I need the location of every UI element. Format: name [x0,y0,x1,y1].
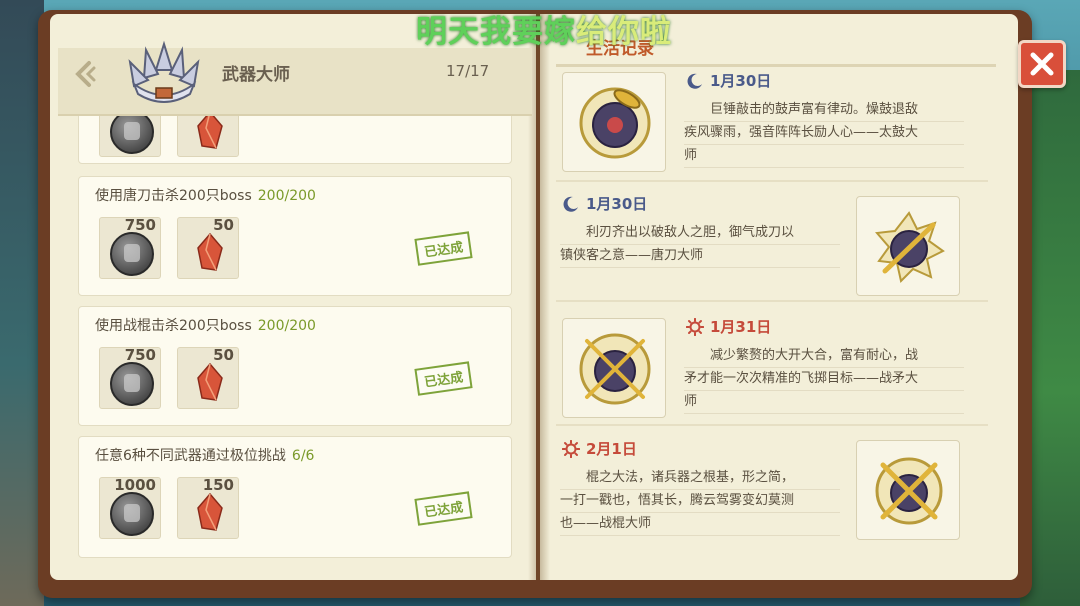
reward-amount: 150 [202,476,234,494]
achievement-progress: 200/200 [257,318,316,334]
chevron-left-icon [75,61,96,87]
achievement-count: 17/17 [446,62,490,80]
reward-amount: 750 [124,216,156,234]
entry-date: 2月1日 [562,438,637,459]
entry-text: 巨锤敲击的鼓声富有律动。燥鼓退敌 疾风骤雨，强音阵阵长励人心——太鼓大 师 [684,102,919,163]
spear-medal-icon [579,333,651,405]
coin-icon [110,492,154,536]
ruled-line [684,390,964,391]
back-button[interactable] [66,56,106,92]
dao-medal-icon [875,211,945,283]
entry-divider [556,180,988,182]
entry-date: 1月30日 [562,193,647,214]
entry-date: 1月30日 [686,70,771,91]
staff-master-medal [856,440,960,540]
entry-text: 棍之大法，诸兵器之根基，形之简， 一打一戳也，悟其长，腾云驾雾变幻莫测 也——战… [560,470,795,531]
reward-amount: 750 [124,346,156,364]
reward-coin: 750 [99,216,161,279]
completed-stamp: 已达成 [414,361,473,396]
achievement-title: 使用唐刀击杀200只boss 200/200 [95,188,316,204]
achievement-card-partial [78,116,512,164]
page-title: 武器大师 [222,65,290,85]
ruled-line [560,267,840,268]
achievement-progress: 200/200 [257,188,316,204]
reward-gem: 50 [177,216,239,279]
overlay-caption: 明天我要嫁给你啦 [416,14,672,50]
coin-icon [110,116,154,154]
ruled-line [684,167,964,168]
title-divider [556,64,996,67]
achievement-title: 使用战棍击杀200只boss 200/200 [95,318,316,334]
gem-icon [197,492,223,531]
completed-stamp: 已达成 [414,231,473,266]
gem-icon [197,362,223,401]
moon-icon [687,73,702,89]
coin-icon [110,362,154,406]
completed-stamp: 已达成 [414,491,473,526]
gem-icon [197,232,223,271]
ruled-line [560,535,840,536]
close-button[interactable] [1018,40,1066,88]
ruled-line [560,512,840,513]
reward-coin [99,116,161,157]
ruled-line [684,367,964,368]
achievement-card: 使用唐刀击杀200只boss 200/200 750 50 已达成 [78,176,512,296]
achievement-list[interactable]: 使用唐刀击杀200只boss 200/200 750 50 已达成 使用战棍击杀2… [78,116,514,560]
reward-amount: 50 [213,346,234,364]
moon-icon [563,196,578,212]
reward-amount: 1000 [114,476,156,494]
sun-icon [562,439,580,458]
drum-medal-icon [579,87,651,159]
entry-divider [556,424,988,426]
reward-gem: 50 [177,346,239,409]
ruled-line [684,121,964,122]
entry-text: 减少繁赘的大开大合，富有耐心，战 矛才能一次次精准的飞掷目标——战矛大 师 [684,348,919,409]
close-icon [1030,52,1054,76]
ruled-line [684,413,964,414]
reward-gem [177,116,239,157]
ruled-line [560,244,840,245]
weapon-master-crest-icon [128,40,200,103]
ruled-line [560,489,840,490]
achievement-progress: 6/6 [291,448,315,464]
staff-medal-icon [875,457,943,525]
entry-date: 1月31日 [686,316,771,337]
reward-gem: 150 [177,476,239,539]
gem-icon [197,116,223,149]
dao-master-medal [856,196,960,296]
achievement-title: 任意6种不同武器通过极位挑战 6/6 [95,448,315,464]
reward-amount: 50 [213,216,234,234]
achievement-card: 使用战棍击杀200只boss 200/200 750 50 已达成 [78,306,512,426]
reward-coin: 750 [99,346,161,409]
drum-master-medal [562,72,666,172]
coin-icon [110,232,154,276]
ruled-line [684,144,964,145]
sun-icon [686,317,704,336]
spear-master-medal [562,318,666,418]
reward-coin: 1000 [99,476,161,539]
entry-divider [556,300,988,302]
achievement-card: 任意6种不同武器通过极位挑战 6/6 1000 150 已达成 [78,436,512,558]
